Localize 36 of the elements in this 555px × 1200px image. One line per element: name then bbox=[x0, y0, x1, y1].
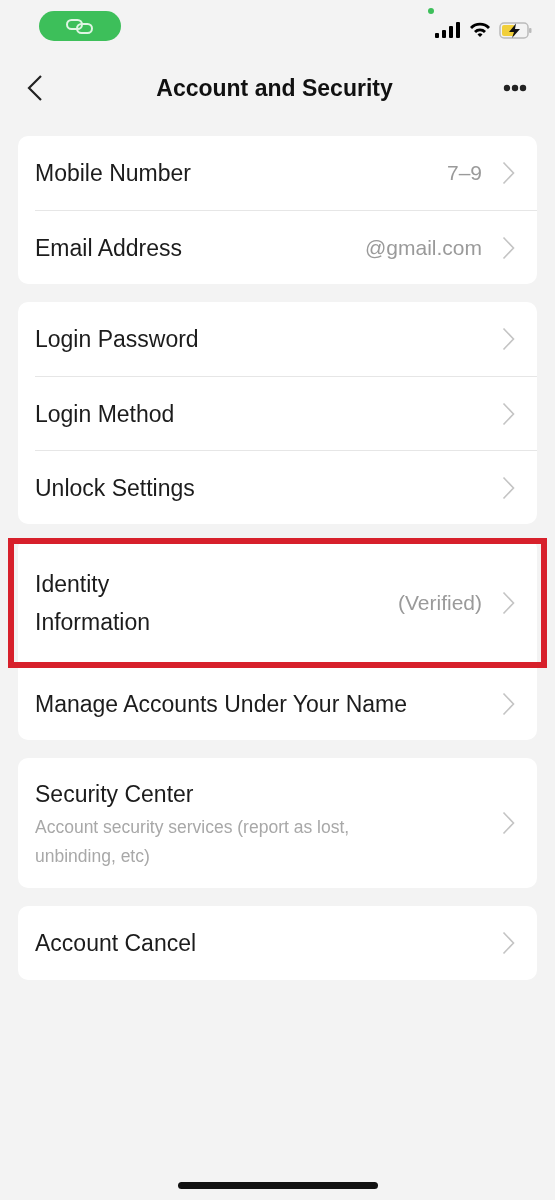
privacy-dot bbox=[428, 8, 434, 14]
row-label: Unlock Settings bbox=[35, 473, 196, 503]
settings-row[interactable]: Unlock Settings bbox=[35, 450, 537, 524]
chevron-icon bbox=[502, 161, 515, 185]
row-label: Login Method bbox=[35, 399, 176, 429]
chevron-icon bbox=[502, 235, 515, 260]
row-label: Manage Accounts Under Your Name bbox=[35, 689, 409, 719]
settings-row[interactable]: Mobile Number 7–9 bbox=[35, 136, 537, 210]
page-title: Account and Security bbox=[155, 74, 394, 102]
chevron-icon bbox=[502, 691, 515, 716]
row-label: Account Cancel bbox=[35, 929, 198, 958]
chevron-icon bbox=[502, 931, 515, 955]
settings-row[interactable]: Login Method bbox=[35, 376, 537, 450]
row-label: Identity Information bbox=[35, 570, 152, 637]
chevron-icon bbox=[502, 327, 515, 351]
row-value: 7–9 bbox=[446, 161, 482, 185]
chevron-icon bbox=[502, 401, 515, 426]
settings-row[interactable]: Email Address @gmail.com bbox=[35, 210, 537, 284]
chevron-icon bbox=[502, 591, 515, 615]
row-value: (Verified) bbox=[397, 591, 482, 615]
chevron-icon bbox=[502, 811, 515, 835]
settings-row[interactable]: Identity Information (Verified) bbox=[35, 544, 541, 662]
row-label: Login Password bbox=[35, 325, 200, 354]
row-label: Mobile Number bbox=[35, 159, 192, 188]
row-value: @gmail.com bbox=[365, 235, 482, 260]
battery-icon bbox=[499, 21, 533, 39]
settings-row[interactable]: Manage Accounts Under Your Name bbox=[35, 666, 537, 740]
row-label: Email Address bbox=[35, 233, 183, 263]
settings-row[interactable]: Login Password bbox=[35, 302, 537, 376]
link-icon bbox=[65, 18, 95, 34]
row-label: Security Center bbox=[35, 780, 195, 809]
chevron-icon bbox=[502, 475, 515, 500]
row-subtitle: Account security services (report as lost, unbinding, etc) bbox=[35, 816, 351, 868]
wifi-icon bbox=[469, 22, 491, 38]
more-button[interactable] bbox=[503, 84, 527, 92]
signal-icon bbox=[435, 22, 461, 38]
